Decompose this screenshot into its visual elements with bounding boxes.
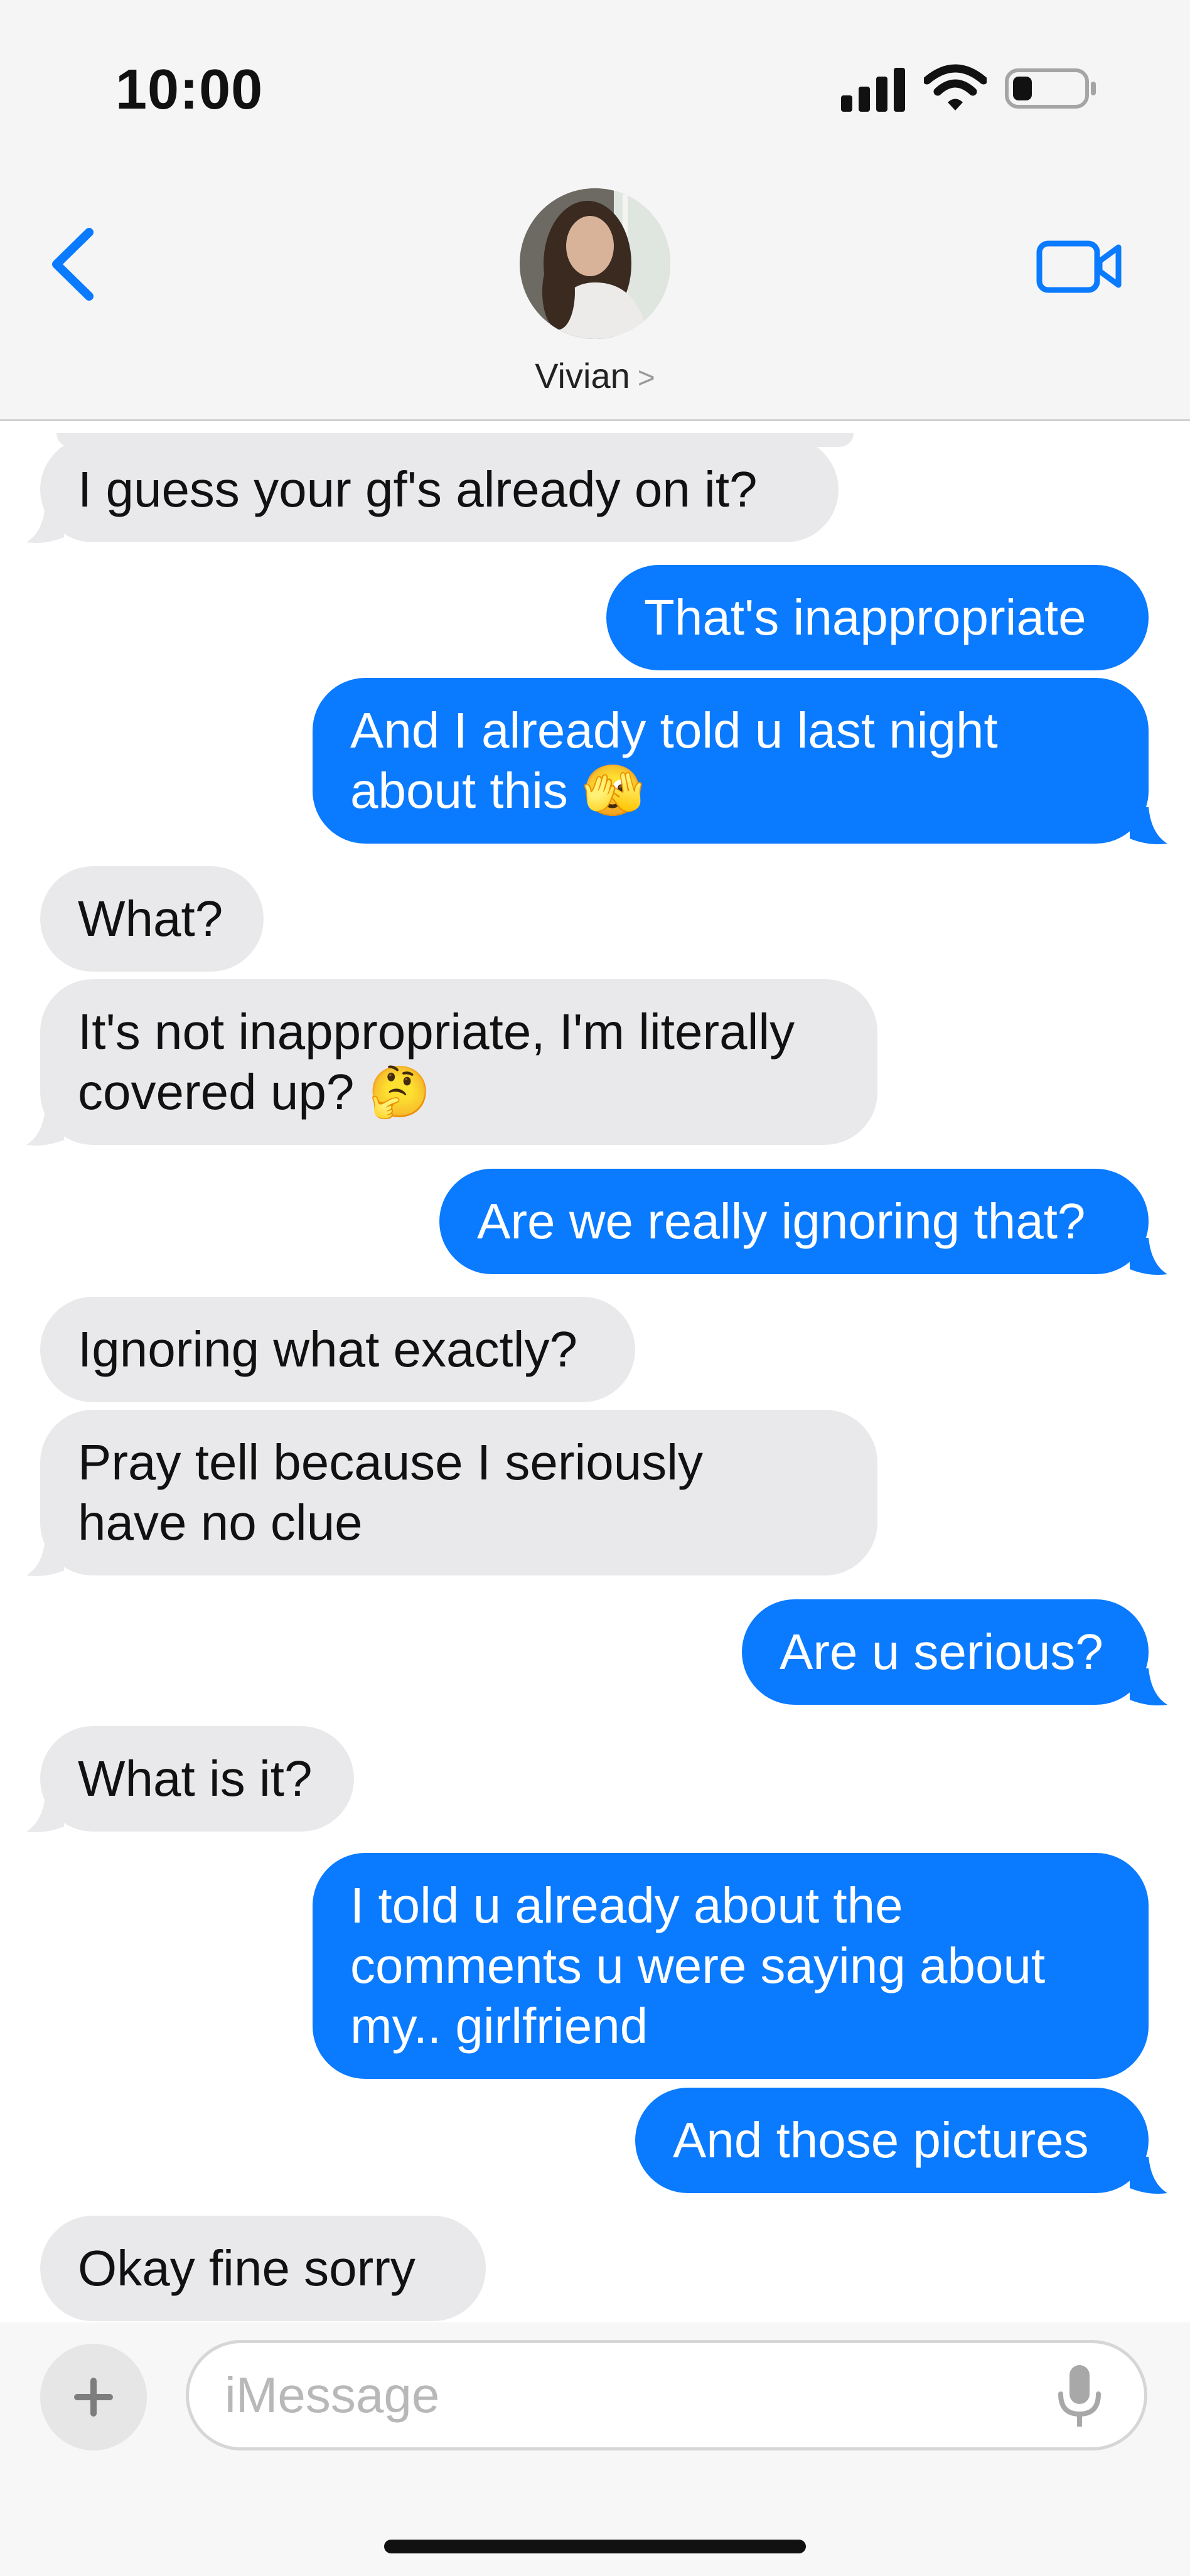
conversation-header: 10:00 Vivian > [0,0,1190,421]
video-camera-icon[interactable] [1036,236,1123,296]
message-text: What? [78,891,223,947]
battery-icon [1005,68,1096,109]
incoming-message[interactable]: What is it? [40,1726,354,1832]
outgoing-tail [1130,807,1167,844]
incoming-message[interactable]: Okay fine sorry [40,2216,486,2321]
message-text: Are u serious? [780,1624,1103,1680]
message-text-line: have no clue [78,1495,363,1550]
wifi-icon [924,64,987,110]
message-text-line: comments u were saying about [350,1938,1046,1994]
outgoing-tail [1130,1668,1167,1705]
back-chevron-icon[interactable] [48,227,98,301]
incoming-tail [26,1795,64,1832]
outgoing-message[interactable]: Are we really ignoring that? [439,1169,1149,1274]
message-text: Ignoring what exactly? [78,1321,578,1377]
message-text-line: Pray tell because I seriously [78,1434,704,1490]
incoming-tail [26,506,64,543]
message-text-line: I told u already about the [350,1877,903,1933]
outgoing-message[interactable]: And I already told u last night about th… [313,678,1149,844]
status-time: 10:00 [115,58,264,121]
chevron-right-icon: > [637,362,655,395]
incoming-tail [26,1539,64,1576]
incoming-message[interactable]: Ignoring what exactly? [40,1297,635,1402]
signal-icon [841,68,905,112]
outgoing-message[interactable]: That's inappropriate [606,565,1149,670]
outgoing-message[interactable]: Are u serious? [742,1599,1149,1705]
message-text: Are we really ignoring that? [477,1193,1086,1249]
message-text: Okay fine sorry [78,2240,415,2296]
outgoing-tail [1130,1238,1167,1275]
home-indicator[interactable] [384,2540,806,2553]
message-text-line: And I already told u last night [350,702,998,758]
message-text: I guess your gf's already on it? [78,461,758,517]
incoming-tail [26,1108,64,1146]
message-text: And those pictures [673,2112,1089,2168]
plus-icon [74,2378,113,2417]
contact-name-label: Vivian [535,356,630,395]
incoming-message[interactable]: What? [40,866,264,972]
message-text-line: It's not inappropriate, I'm literally [78,1004,795,1060]
plus-button[interactable] [40,2344,147,2450]
incoming-message[interactable]: Pray tell because I seriously have no cl… [40,1410,877,1575]
message-text-line: about this 🫣 [350,763,645,818]
incoming-message[interactable]: It's not inappropriate, I'm literally co… [40,979,877,1145]
message-text-line: my.. girlfriend [350,1998,648,2054]
messages-screen: 10:00 Vivian > I guess your gf's already… [0,0,1190,2576]
incoming-message[interactable]: I guess your gf's already on it? [40,437,839,542]
microphone-icon[interactable] [1054,2363,1105,2432]
contact-name[interactable]: Vivian > [0,355,1190,396]
outgoing-tail [1130,2157,1167,2194]
contact-avatar[interactable] [520,188,670,339]
outgoing-message[interactable]: And those pictures [635,2088,1149,2193]
message-input-placeholder: iMessage [225,2367,440,2423]
outgoing-message[interactable]: I told u already about the comments u we… [313,1853,1149,2079]
message-text: That's inappropriate [644,589,1086,645]
message-text-line: covered up? 🤔 [78,1064,431,1120]
message-text: What is it? [78,1751,313,1806]
